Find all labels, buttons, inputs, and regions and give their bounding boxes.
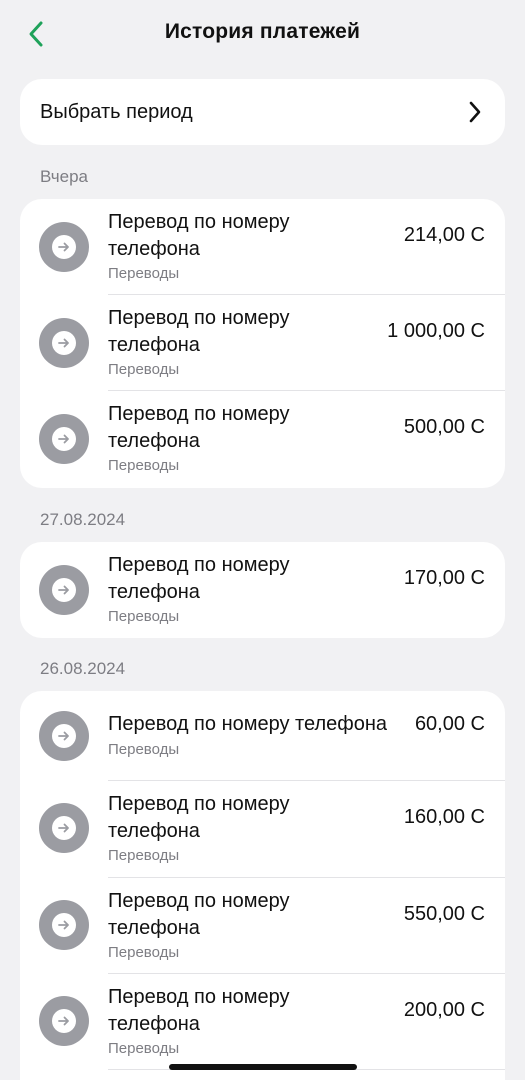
arrow-right-icon xyxy=(58,823,69,833)
transaction-amount: 1 000,00 С xyxy=(387,320,485,342)
transaction-amount: 170,00 С xyxy=(403,567,485,589)
transaction-category: Переводы xyxy=(108,361,180,378)
transaction-amount: 550,00 С xyxy=(403,903,485,925)
chevron-right-icon xyxy=(465,100,485,124)
transaction-row[interactable]: Перевод по номеру телефона Переводы 160,… xyxy=(20,781,505,878)
transaction-amount: 60,00 С xyxy=(414,713,485,735)
transfer-avatar xyxy=(39,414,89,464)
transactions-card: Перевод по номеру телефона Переводы 214,… xyxy=(20,199,505,488)
group-label-yesterday: Вчера xyxy=(40,167,88,186)
transaction-row[interactable]: Перевод по номеру телефона Переводы 214,… xyxy=(20,199,505,295)
transaction-name: Перевод по номеру телефона xyxy=(108,403,290,452)
transfer-avatar xyxy=(39,803,89,853)
transaction-category: Переводы xyxy=(108,741,180,758)
transaction-row[interactable]: Перевод по номеру телефона Переводы 170,… xyxy=(20,542,505,638)
transfer-avatar xyxy=(39,565,89,615)
transaction-name: Перевод по номеру телефона xyxy=(108,890,290,939)
page-title: История платежей xyxy=(164,20,361,43)
select-period-label: Выбрать период xyxy=(40,100,193,123)
transaction-name: Перевод по номеру телефона xyxy=(108,307,290,356)
transaction-name: Перевод по номеру телефона xyxy=(108,713,387,735)
arrow-right-icon xyxy=(58,434,69,444)
transaction-amount: 500,00 С xyxy=(403,416,485,438)
transaction-name: Перевод по номеру телефона xyxy=(108,986,290,1035)
transaction-category: Переводы xyxy=(108,265,180,282)
transaction-amount: 200,00 С xyxy=(403,999,485,1021)
transaction-name: Перевод по номеру телефона xyxy=(108,211,290,260)
transaction-category: Переводы xyxy=(108,1040,180,1057)
transaction-row[interactable]: Перевод по номеру телефона Переводы 550,… xyxy=(20,878,505,974)
transaction-row[interactable]: Перевод по номеру телефона Переводы 500,… xyxy=(20,391,505,488)
arrow-right-icon xyxy=(58,338,69,348)
transactions-card: Перевод по номеру телефона Переводы 60,0… xyxy=(20,691,505,1080)
arrow-right-icon xyxy=(58,585,69,595)
transaction-name: Перевод по номеру телефона xyxy=(108,793,290,842)
header: История платежей xyxy=(0,0,525,70)
transfer-avatar xyxy=(39,318,89,368)
arrow-right-icon xyxy=(58,920,69,930)
transaction-category: Переводы xyxy=(108,944,180,961)
transfer-avatar xyxy=(39,996,89,1046)
group-label-date: 27.08.2024 xyxy=(40,510,126,529)
transaction-row[interactable]: Перевод по номеру телефона Переводы 200,… xyxy=(20,974,505,1070)
transfer-avatar xyxy=(39,222,89,272)
arrow-right-icon xyxy=(58,242,69,252)
transaction-name: Перевод по номеру телефона xyxy=(108,554,290,603)
transfer-avatar xyxy=(39,900,89,950)
transactions-card: Перевод по номеру телефона Переводы 170,… xyxy=(20,542,505,638)
transaction-row[interactable]: Перевод по номеру телефона Переводы 1 00… xyxy=(20,295,505,391)
transfer-avatar xyxy=(39,711,89,761)
arrow-right-icon xyxy=(58,1016,69,1026)
transaction-amount: 160,00 С xyxy=(403,806,485,828)
select-period-button[interactable]: Выбрать период xyxy=(20,79,505,145)
transaction-row[interactable]: Перевод по номеру телефона Переводы 60,0… xyxy=(20,691,505,781)
transaction-category: Переводы xyxy=(108,608,180,625)
transaction-category: Переводы xyxy=(108,457,180,474)
transaction-amount: 214,00 С xyxy=(403,224,485,246)
arrow-right-icon xyxy=(58,731,69,741)
transaction-category: Переводы xyxy=(108,847,180,864)
group-label-date: 26.08.2024 xyxy=(40,659,126,678)
home-indicator[interactable] xyxy=(169,1064,357,1070)
